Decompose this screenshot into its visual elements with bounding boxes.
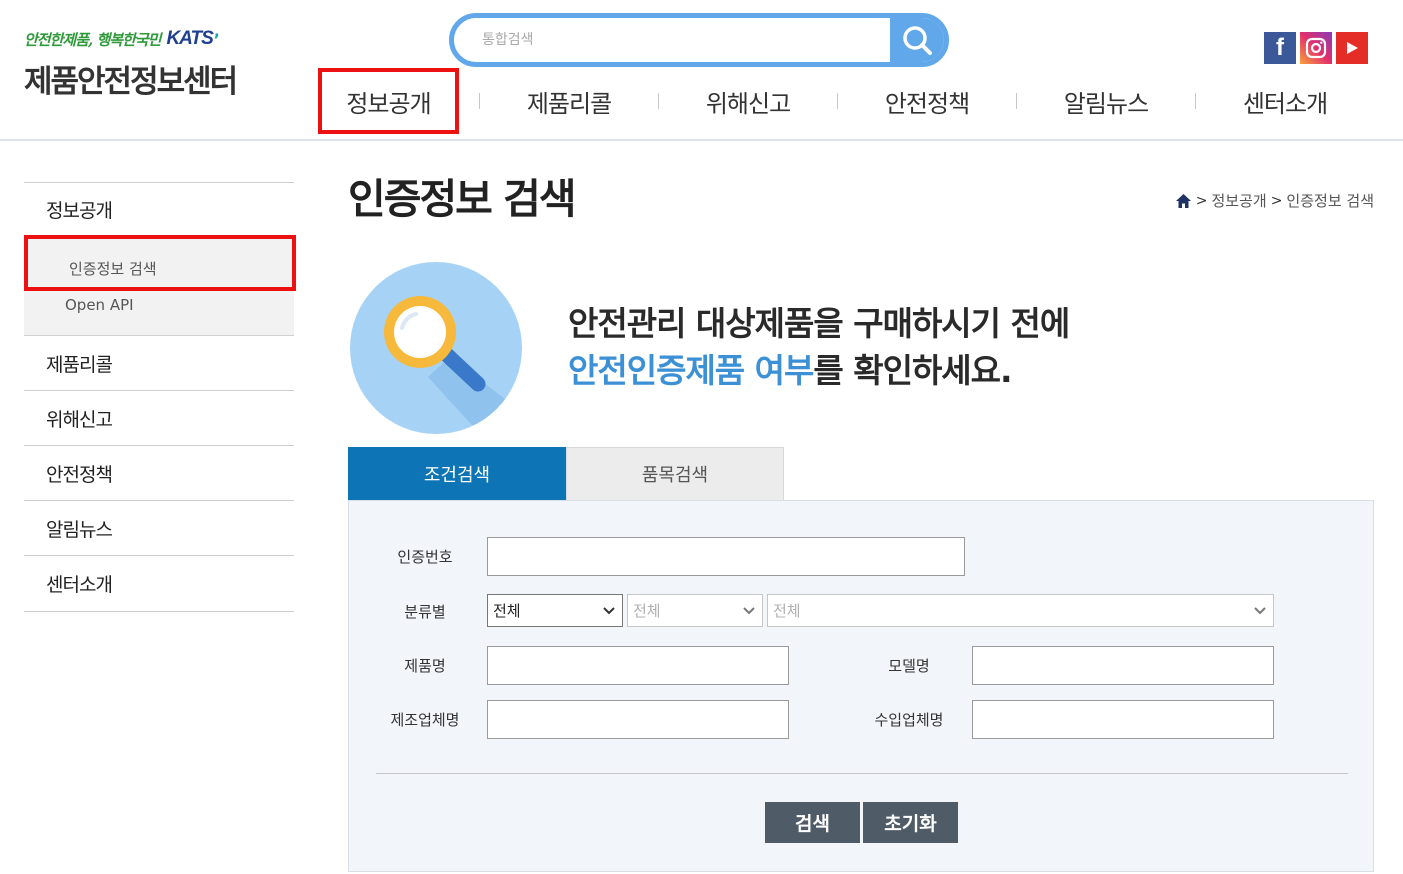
model-name-label: 모델명 xyxy=(888,657,930,675)
logo-slogan: 안전한제품, 행복한국민 xyxy=(24,30,161,49)
chevron-right-icon: > xyxy=(1270,192,1283,209)
sidebar-item-hazard-report[interactable]: 위해신고 xyxy=(24,391,294,446)
hero-message: 안전관리 대상제품을 구매하시기 전에 안전인증제품 여부를 확인하세요. xyxy=(568,300,1070,394)
cert-number-input[interactable] xyxy=(487,537,965,576)
search-input[interactable] xyxy=(454,18,890,62)
importer-label: 수입업체명 xyxy=(874,711,944,729)
breadcrumb-item[interactable]: 정보공개 xyxy=(1211,190,1266,211)
chevron-down-icon xyxy=(1254,607,1266,615)
sidebar-item-safety-policy[interactable]: 안전정책 xyxy=(24,446,294,501)
product-name-input[interactable] xyxy=(487,646,789,685)
search-tabs: 조건검색 품목검색 xyxy=(348,447,784,500)
search-form: 인증번호 분류별 전체 전체 전체 제품명 모델명 제조업체명 수입업체명 검색… xyxy=(348,500,1374,872)
manufacturer-label: 제조업체명 xyxy=(390,711,460,729)
sidebar-item-news[interactable]: 알림뉴스 xyxy=(24,501,294,556)
global-search xyxy=(449,13,949,67)
importer-input[interactable] xyxy=(972,700,1274,739)
model-name-input[interactable] xyxy=(972,646,1274,685)
cert-number-label: 인증번호 xyxy=(397,548,453,566)
hero-line-1: 안전관리 대상제품을 구매하시기 전에 xyxy=(568,304,1070,343)
gnb-item-recall[interactable]: 제품리콜 xyxy=(480,84,658,119)
facebook-icon[interactable]: f xyxy=(1264,32,1296,64)
site-header: 안전한제품, 행복한국민 KATS ’ 제품안전정보센터 f 정보공개 xyxy=(0,0,1403,141)
gnb-item-about[interactable]: 센터소개 xyxy=(1196,84,1374,119)
product-name-label: 제품명 xyxy=(404,657,446,675)
gnb-item-info[interactable]: 정보공개 xyxy=(318,68,459,134)
logo-brand: KATS xyxy=(166,28,213,49)
sidebar-subitem-cert-search[interactable]: 인증정보 검색 xyxy=(24,235,296,291)
sidebar-subitem-open-api[interactable]: Open API xyxy=(24,288,134,322)
site-logo[interactable]: 안전한제품, 행복한국민 KATS ’ 제품안전정보센터 xyxy=(24,26,238,101)
chevron-down-icon xyxy=(603,607,615,615)
search-submit-button[interactable]: 검색 xyxy=(765,802,860,843)
magnifier-illustration-icon xyxy=(350,262,522,434)
logo-mark-icon: ’ xyxy=(213,29,220,49)
youtube-icon[interactable] xyxy=(1336,32,1368,64)
tab-condition-search[interactable]: 조건검색 xyxy=(348,447,566,500)
reset-button[interactable]: 초기화 xyxy=(863,802,958,843)
page-title: 인증정보 검색 xyxy=(348,175,577,223)
breadcrumb: > 정보공개 > 인증정보 검색 xyxy=(1175,190,1374,211)
form-divider xyxy=(376,773,1348,774)
category-label: 분류별 xyxy=(404,603,446,621)
sidebar: 정보공개 인증정보 검색 Open API 제품리콜 위해신고 안전정책 알림뉴… xyxy=(24,182,296,612)
search-icon xyxy=(903,26,932,55)
logo-title: 제품안전정보센터 xyxy=(24,64,238,100)
gnb-item-hazard-report[interactable]: 위해신고 xyxy=(659,84,837,119)
sidebar-item-info[interactable]: 정보공개 xyxy=(24,183,294,235)
search-button[interactable] xyxy=(890,18,944,62)
hero-line-2-rest: 를 확인하세요. xyxy=(813,351,1012,390)
category-select-3[interactable]: 전체 xyxy=(767,594,1274,627)
category-select-2[interactable]: 전체 xyxy=(627,594,763,627)
sidebar-item-about[interactable]: 센터소개 xyxy=(24,556,294,612)
sns-links: f xyxy=(1264,32,1368,64)
sidebar-item-recall[interactable]: 제품리콜 xyxy=(24,336,294,391)
hero-highlight: 안전인증제품 여부 xyxy=(568,351,814,390)
manufacturer-input[interactable] xyxy=(487,700,789,739)
gnb-item-safety-policy[interactable]: 안전정책 xyxy=(838,84,1016,119)
category-select-1[interactable]: 전체 xyxy=(487,594,623,627)
home-icon[interactable] xyxy=(1175,193,1192,209)
breadcrumb-item: 인증정보 검색 xyxy=(1286,192,1374,210)
instagram-icon[interactable] xyxy=(1300,32,1332,64)
tab-item-search[interactable]: 품목검색 xyxy=(566,447,784,500)
sidebar-submenu: 인증정보 검색 Open API xyxy=(24,235,296,336)
chevron-right-icon: > xyxy=(1195,192,1208,209)
hero-line-2: 안전인증제품 여부를 확인하세요. xyxy=(568,347,1069,394)
chevron-down-icon xyxy=(743,607,755,615)
main-navigation: 정보공개 제품리콜 위해신고 안전정책 알림뉴스 센터소개 xyxy=(318,68,1374,134)
gnb-item-news[interactable]: 알림뉴스 xyxy=(1017,84,1195,119)
